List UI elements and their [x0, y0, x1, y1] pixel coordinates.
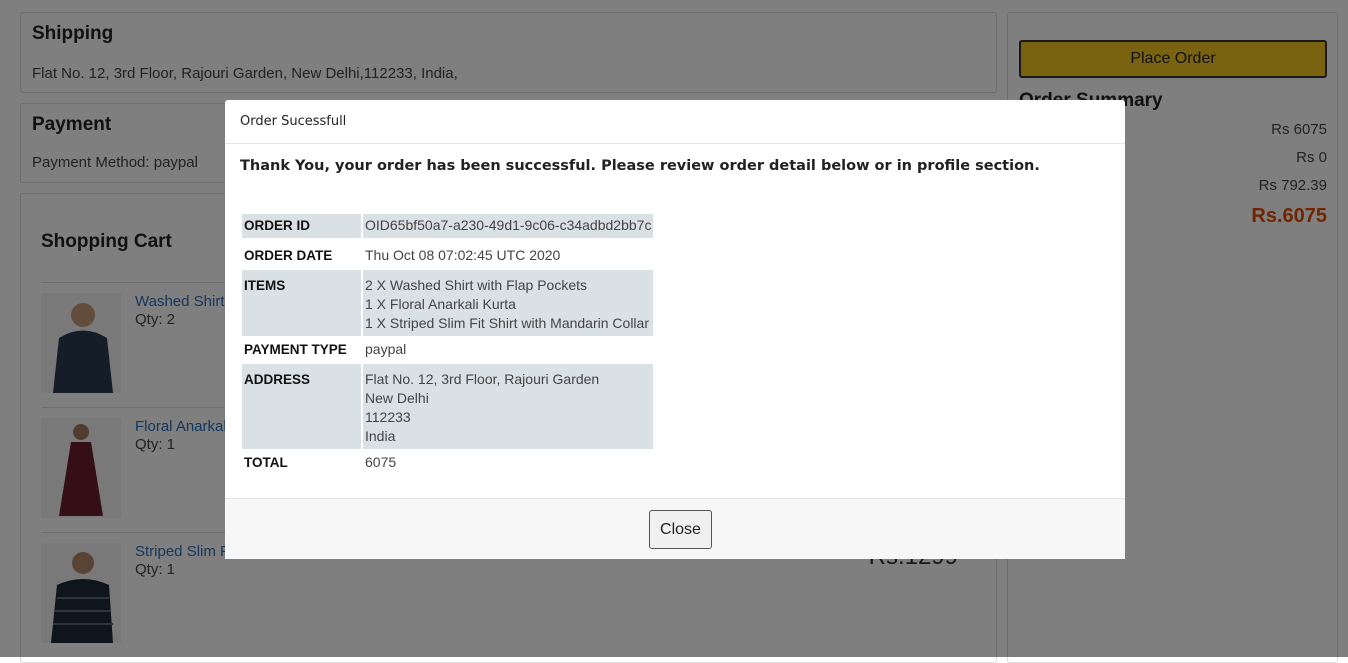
order-date-value: Thu Oct 08 07:02:45 UTC 2020	[365, 247, 561, 263]
modal-footer: Close	[225, 498, 1125, 559]
items-value: 2 X Washed Shirt with Flap Pockets 1 X F…	[363, 270, 654, 336]
total-label: TOTAL	[244, 455, 288, 470]
order-id-row: ORDER ID OID65bf50a7-a230-49d1-9c06-c34a…	[242, 214, 654, 238]
payment-type-row: PAYMENT TYPE paypal	[242, 338, 653, 362]
success-message: Thank You, your order has been successfu…	[240, 158, 1040, 174]
close-button[interactable]: Close	[649, 510, 712, 549]
order-id-value: OID65bf50a7-a230-49d1-9c06-c34adbd2bb7c	[363, 214, 654, 238]
address-line: 112233	[365, 409, 411, 425]
address-row: ADDRESS Flat No. 12, 3rd Floor, Rajouri …	[242, 364, 654, 449]
payment-type-label: PAYMENT TYPE	[244, 342, 347, 357]
address-line: Flat No. 12, 3rd Floor, Rajouri Garden	[365, 371, 600, 387]
address-value: Flat No. 12, 3rd Floor, Rajouri Garden N…	[363, 364, 654, 449]
order-id-label: ORDER ID	[242, 214, 361, 238]
total-value: 6075	[365, 454, 397, 470]
modal-title: Order Sucessfull	[240, 114, 347, 129]
modal-header: Order Sucessfull	[225, 100, 1125, 144]
address-line: New Delhi	[365, 390, 429, 406]
order-success-modal: Order Sucessfull Thank You, your order h…	[225, 100, 1125, 559]
item-line: 1 X Striped Slim Fit Shirt with Mandarin…	[365, 315, 649, 331]
order-detail-table: ORDER ID OID65bf50a7-a230-49d1-9c06-c34a…	[240, 212, 655, 477]
item-line: 2 X Washed Shirt with Flap Pockets	[365, 277, 588, 293]
address-line: India	[365, 428, 396, 444]
order-date-label: ORDER DATE	[244, 248, 333, 263]
items-label: ITEMS	[242, 270, 361, 336]
total-row: TOTAL 6075	[242, 451, 653, 475]
order-date-row: ORDER DATE Thu Oct 08 07:02:45 UTC 2020	[242, 240, 653, 268]
address-label: ADDRESS	[242, 364, 361, 449]
items-row: ITEMS 2 X Washed Shirt with Flap Pockets…	[242, 270, 654, 336]
item-line: 1 X Floral Anarkali Kurta	[365, 296, 516, 312]
payment-type-value: paypal	[365, 341, 407, 357]
